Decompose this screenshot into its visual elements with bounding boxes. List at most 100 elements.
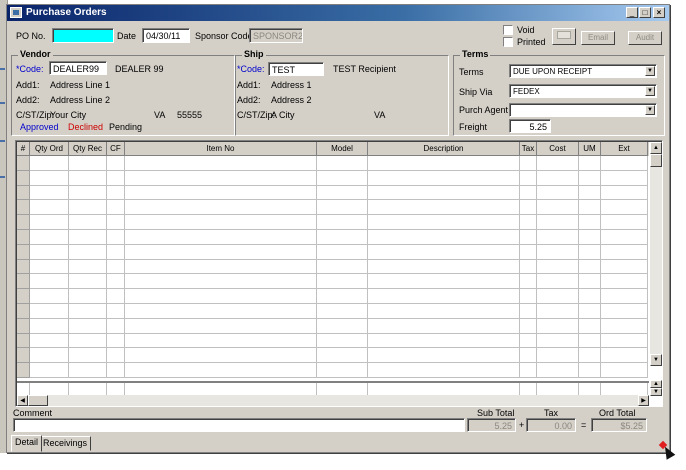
- grid-cell[interactable]: [537, 229, 579, 245]
- grid-cell[interactable]: [30, 259, 69, 275]
- table-row[interactable]: [17, 215, 649, 230]
- grid-cell[interactable]: [537, 274, 579, 290]
- date-input[interactable]: 04/30/11: [142, 28, 190, 43]
- grid-cell[interactable]: [601, 303, 648, 319]
- grid-cell[interactable]: [69, 363, 107, 378]
- grid-cell[interactable]: [537, 259, 579, 275]
- grid-cell[interactable]: [579, 333, 601, 349]
- column-header[interactable]: UM: [579, 142, 601, 156]
- grid-cell[interactable]: [317, 215, 368, 230]
- grid-cell[interactable]: [125, 185, 317, 201]
- grid-cell[interactable]: [107, 289, 125, 304]
- grid-cell[interactable]: [317, 318, 368, 334]
- row-header-cell[interactable]: [17, 200, 30, 216]
- grid-cell[interactable]: [107, 215, 125, 230]
- grid-cell[interactable]: [520, 274, 537, 290]
- grid-cell[interactable]: [125, 229, 317, 245]
- grid-cell[interactable]: [317, 333, 368, 349]
- grid-cell[interactable]: [368, 363, 520, 378]
- printed-checkbox[interactable]: [503, 37, 513, 47]
- grid-cell[interactable]: [368, 348, 520, 364]
- tab-receivings[interactable]: Receivings: [39, 436, 92, 451]
- grid-cell[interactable]: [520, 333, 537, 349]
- grid-cell[interactable]: [601, 259, 648, 275]
- grid-cell[interactable]: [579, 215, 601, 230]
- table-row[interactable]: [17, 156, 649, 171]
- grid-cell[interactable]: [107, 348, 125, 364]
- row-header-cell[interactable]: [17, 303, 30, 319]
- grid-cell[interactable]: [317, 200, 368, 216]
- grid-cell[interactable]: [601, 363, 648, 378]
- grid-cell[interactable]: [368, 318, 520, 334]
- vendor-status-declined[interactable]: Declined: [68, 122, 103, 132]
- row-header-cell[interactable]: [17, 156, 30, 171]
- grid-cell[interactable]: [520, 289, 537, 304]
- grid-cell[interactable]: [107, 170, 125, 186]
- grid-cell[interactable]: [579, 229, 601, 245]
- grid-cell[interactable]: [317, 303, 368, 319]
- sponsor-code-input[interactable]: SPONSOR2: [249, 28, 303, 43]
- email-button[interactable]: Email: [581, 31, 615, 45]
- grid-cell[interactable]: [69, 259, 107, 275]
- chevron-down-icon[interactable]: ▼: [645, 86, 655, 96]
- grid-cell[interactable]: [601, 274, 648, 290]
- row-header-cell[interactable]: [17, 215, 30, 230]
- grid-cell[interactable]: [520, 318, 537, 334]
- grid-cell[interactable]: [30, 170, 69, 186]
- vertical-scrollbar[interactable]: ▲ ▼: [650, 142, 662, 366]
- grid-cell[interactable]: [601, 333, 648, 349]
- grid-cell[interactable]: [520, 156, 537, 171]
- grid-cell[interactable]: [107, 156, 125, 171]
- row-header-cell[interactable]: [17, 259, 30, 275]
- print-button[interactable]: [552, 28, 576, 45]
- grid-cell[interactable]: [368, 259, 520, 275]
- grid-cell[interactable]: [579, 259, 601, 275]
- column-header[interactable]: Tax: [520, 142, 537, 156]
- grid-cell[interactable]: [125, 274, 317, 290]
- grid-cell[interactable]: [537, 215, 579, 230]
- purch-agent-dropdown[interactable]: ▼: [509, 103, 657, 117]
- grid-cell[interactable]: [30, 244, 69, 260]
- grid-cell[interactable]: [601, 215, 648, 230]
- table-row[interactable]: [17, 200, 649, 216]
- grid-body[interactable]: [17, 156, 649, 378]
- column-header[interactable]: CF: [107, 142, 125, 156]
- grid-cell[interactable]: [520, 200, 537, 216]
- grid-cell[interactable]: [125, 244, 317, 260]
- grid-cell[interactable]: [317, 244, 368, 260]
- grid-cell[interactable]: [317, 156, 368, 171]
- grid-cell[interactable]: [520, 215, 537, 230]
- table-row[interactable]: [17, 333, 649, 349]
- grid-cell[interactable]: [317, 274, 368, 290]
- column-header[interactable]: Ext: [601, 142, 648, 156]
- grid-cell[interactable]: [107, 229, 125, 245]
- row-header-cell[interactable]: [17, 348, 30, 364]
- grid-cell[interactable]: [520, 363, 537, 378]
- chevron-down-icon[interactable]: ▼: [645, 105, 655, 115]
- grid-cell[interactable]: [579, 170, 601, 186]
- row-header-cell[interactable]: [17, 289, 30, 304]
- grid-cell[interactable]: [537, 200, 579, 216]
- horizontal-scrollbar[interactable]: ◀ ▶: [17, 395, 649, 406]
- vendor-code-input[interactable]: DEALER99: [49, 61, 107, 75]
- audit-button[interactable]: Audit: [628, 31, 662, 45]
- row-header-cell[interactable]: [17, 333, 30, 349]
- grid-cell[interactable]: [69, 318, 107, 334]
- grid-cell[interactable]: [125, 259, 317, 275]
- comment-input[interactable]: [13, 418, 465, 432]
- grid-cell[interactable]: [69, 185, 107, 201]
- grid-cell[interactable]: [601, 348, 648, 364]
- grid-cell[interactable]: [579, 348, 601, 364]
- row-header-cell[interactable]: [17, 229, 30, 245]
- grid-cell[interactable]: [69, 244, 107, 260]
- row-header-cell[interactable]: [17, 318, 30, 334]
- table-row[interactable]: [17, 363, 649, 378]
- grid-cell[interactable]: [537, 363, 579, 378]
- grid-cell[interactable]: [107, 185, 125, 201]
- table-row[interactable]: [17, 244, 649, 260]
- grid-cell[interactable]: [317, 259, 368, 275]
- row-header-cell[interactable]: [17, 274, 30, 290]
- scroll-right-button[interactable]: ▶: [638, 395, 649, 406]
- table-row[interactable]: [17, 303, 649, 319]
- grid-cell[interactable]: [107, 363, 125, 378]
